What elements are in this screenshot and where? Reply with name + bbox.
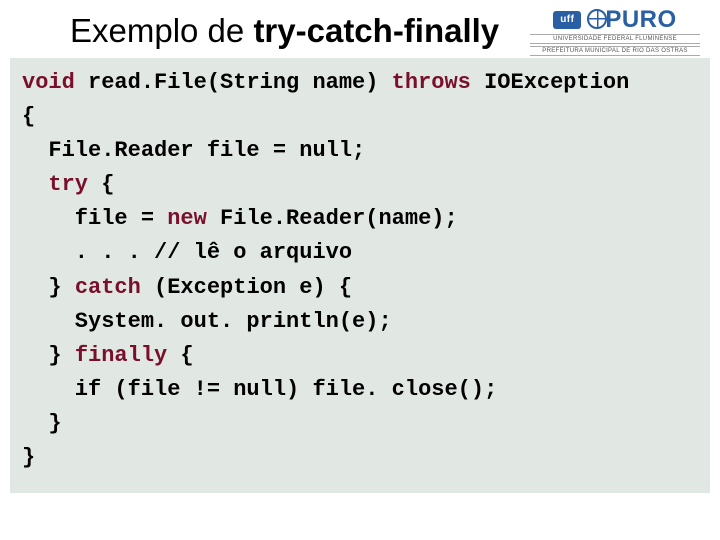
code-text: } [22,343,75,368]
institution-logo: uff PURO UNIVERSIDADE FEDERAL FLUMINENSE… [530,8,700,56]
code-text: } [22,411,62,436]
code-example: void read.File(String name) throws IOExc… [10,58,710,493]
code-text: { [167,343,193,368]
title-plain: Exemplo de [70,12,253,49]
logo-subtitle-1: UNIVERSIDADE FEDERAL FLUMINENSE [530,34,700,44]
title-bold: try-catch-finally [253,12,499,49]
slide-title: Exemplo de try-catch-finally [70,8,530,50]
code-text [22,172,48,197]
code-text: File.Reader(name); [207,206,458,231]
keyword-throws: throws [392,70,471,95]
code-text: . . . // lê o arquivo [22,240,352,265]
keyword-try: try [48,172,88,197]
logo-wordmark: PURO [587,8,676,32]
keyword-catch: catch [75,275,141,300]
code-text: IOException [471,70,629,95]
code-text: { [88,172,114,197]
code-text: read.File(String name) [75,70,392,95]
code-text: } [22,445,35,470]
keyword-finally: finally [75,343,167,368]
slide-header: Exemplo de try-catch-finally uff PURO UN… [0,0,720,56]
code-text: (Exception e) { [141,275,352,300]
logo-top-row: uff PURO [530,8,700,32]
keyword-void: void [22,70,75,95]
code-text: File.Reader file = null; [22,138,365,163]
keyword-new: new [167,206,207,231]
uff-badge-icon: uff [553,11,581,29]
code-text: { [22,104,35,129]
code-text: } [22,275,75,300]
code-text: file = [22,206,167,231]
logo-name: PURO [605,6,676,33]
logo-subtitle-2: PREFEITURA MUNICIPAL DE RIO DAS OSTRAS [530,46,700,56]
code-text: System. out. println(e); [22,309,392,334]
code-text: if (file != null) file. close(); [22,377,497,402]
